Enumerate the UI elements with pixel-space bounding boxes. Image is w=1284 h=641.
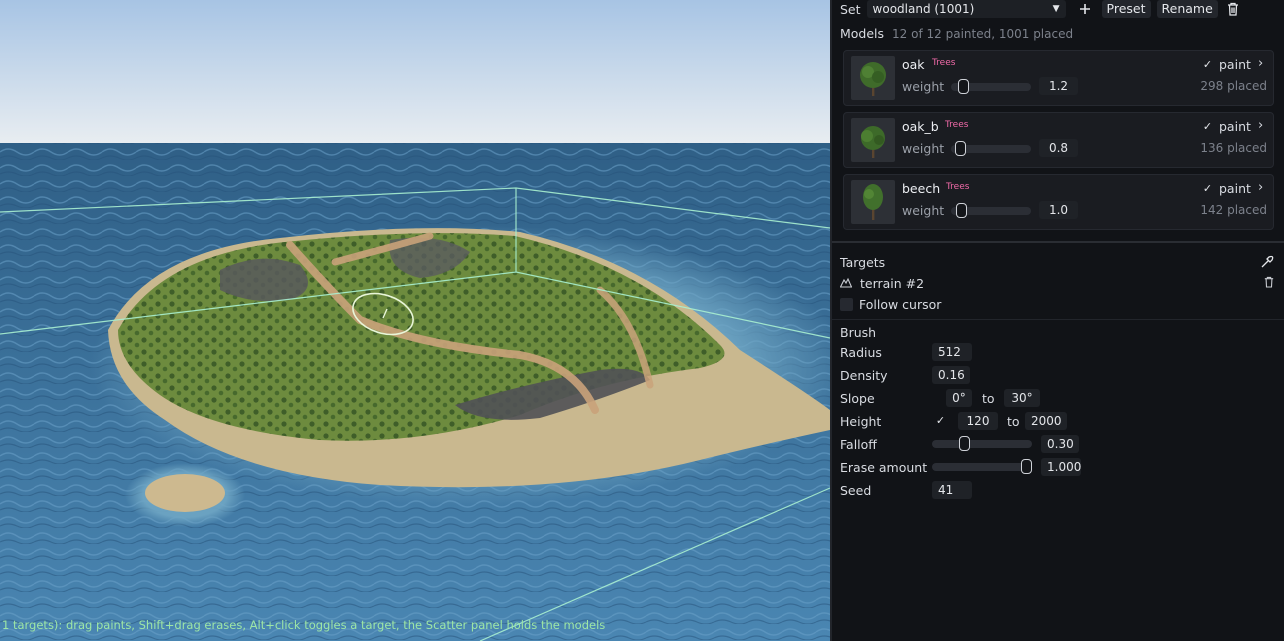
density-label: Density	[840, 368, 888, 383]
weight-slider[interactable]	[951, 203, 1031, 218]
divider	[832, 319, 1284, 320]
weight-label: weight	[902, 79, 945, 94]
follow-cursor-label: Follow cursor	[859, 297, 942, 312]
weight-slider-knob[interactable]	[958, 79, 969, 94]
height-to-label: to	[1007, 414, 1020, 429]
eyedropper-icon[interactable]	[1258, 253, 1276, 271]
placed-count: 298 placed	[1200, 79, 1267, 93]
brush-title: Brush	[840, 325, 877, 340]
erase-amount-field[interactable]: 1.000	[1041, 458, 1081, 476]
weight-slider[interactable]	[951, 79, 1031, 94]
height-max-field[interactable]: 2000	[1025, 412, 1067, 430]
weight-field[interactable]: 1.2	[1039, 77, 1078, 95]
weight-slider-knob[interactable]	[956, 203, 967, 218]
trash-icon[interactable]	[1262, 275, 1276, 289]
target-name: terrain #2	[860, 276, 925, 291]
erase-amount-slider-knob[interactable]	[1021, 459, 1032, 474]
follow-cursor-toggle[interactable]: Follow cursor	[840, 297, 941, 312]
falloff-slider-knob[interactable]	[959, 436, 970, 451]
check-icon: ✓	[1202, 58, 1213, 71]
status-hint: 1 targets): drag paints, Shift+drag eras…	[2, 618, 606, 632]
check-icon: ✓	[1202, 120, 1213, 133]
slope-to-label: to	[982, 391, 995, 406]
weight-slider-knob[interactable]	[955, 141, 966, 156]
model-tag: Trees	[946, 182, 970, 192]
height-enabled-check[interactable]: ✓	[934, 414, 947, 427]
target-item[interactable]: terrain #2	[839, 276, 925, 291]
divider	[832, 241, 1284, 243]
slope-max-field[interactable]: 30°	[1004, 389, 1040, 407]
rename-button[interactable]: Rename	[1156, 0, 1218, 18]
3d-viewport[interactable]: 1 targets): drag paints, Shift+drag eras…	[0, 0, 830, 641]
preset-button[interactable]: Preset	[1101, 0, 1151, 18]
chevron-right-icon[interactable]: ›	[1258, 118, 1263, 133]
slope-label: Slope	[840, 391, 875, 406]
falloff-label: Falloff	[840, 437, 877, 452]
caret-down-icon: ▼	[1052, 4, 1060, 14]
chevron-right-icon[interactable]: ›	[1258, 180, 1263, 195]
falloff-slider[interactable]	[932, 436, 1032, 451]
erase-amount-slider[interactable]	[932, 459, 1032, 474]
tree-thumbnail	[851, 118, 895, 162]
model-name: oak_b	[902, 119, 939, 134]
weight-field[interactable]: 0.8	[1039, 139, 1078, 157]
falloff-field[interactable]: 0.30	[1041, 435, 1079, 453]
island-scene[interactable]	[0, 0, 830, 641]
radius-field[interactable]: 512 u	[932, 343, 972, 377]
model-card[interactable]: beech Trees weight 1.0 ✓ paint › 142 pla…	[843, 174, 1274, 230]
tree-thumbnail	[851, 180, 895, 224]
model-tag: Trees	[932, 58, 956, 68]
weight-field[interactable]: 1.0	[1039, 201, 1078, 219]
terrain-icon	[839, 276, 853, 291]
paint-toggle[interactable]: ✓ paint	[1201, 181, 1251, 196]
models-title: Models	[840, 26, 885, 41]
plus-icon[interactable]	[1076, 0, 1094, 18]
follow-cursor-checkbox[interactable]	[840, 298, 853, 311]
weight-label: weight	[902, 203, 945, 218]
model-name: oak	[902, 57, 925, 72]
weight-label: weight	[902, 141, 945, 156]
paint-label: paint	[1219, 57, 1251, 72]
set-select-value: woodland (1001)	[872, 2, 975, 16]
set-select[interactable]: woodland (1001) ▼	[866, 0, 1066, 18]
tree-thumbnail	[851, 56, 895, 100]
model-card[interactable]: oak_b Trees weight 0.8 ✓ paint › 136 pla…	[843, 112, 1274, 168]
paint-toggle[interactable]: ✓ paint	[1201, 119, 1251, 134]
seed-field[interactable]: 41	[932, 481, 972, 499]
chevron-right-icon[interactable]: ›	[1258, 56, 1263, 71]
weight-slider[interactable]	[951, 141, 1031, 156]
model-name: beech	[902, 181, 941, 196]
slope-min-field[interactable]: 0°	[946, 389, 972, 407]
seed-label: Seed	[840, 483, 872, 498]
model-tag: Trees	[945, 120, 969, 130]
density-field[interactable]: 0.16	[932, 366, 970, 384]
models-summary: 12 of 12 painted, 1001 placed	[892, 26, 1074, 41]
radius-label: Radius	[840, 345, 882, 360]
targets-title: Targets	[840, 255, 886, 270]
scatter-panel: Set woodland (1001) ▼ Preset Rename Mode…	[830, 0, 1284, 641]
height-label: Height	[840, 414, 882, 429]
erase-amount-label: Erase amount	[840, 460, 928, 475]
set-label: Set	[840, 1, 861, 17]
model-card[interactable]: oak Trees weight 1.2 ✓ paint › 298 place…	[843, 50, 1274, 106]
placed-count: 136 placed	[1200, 141, 1267, 155]
paint-label: paint	[1219, 181, 1251, 196]
paint-label: paint	[1219, 119, 1251, 134]
height-min-field[interactable]: 120	[958, 412, 998, 430]
trash-icon[interactable]	[1224, 0, 1242, 18]
check-icon: ✓	[1202, 182, 1213, 195]
paint-toggle[interactable]: ✓ paint	[1201, 57, 1251, 72]
placed-count: 142 placed	[1200, 203, 1267, 217]
